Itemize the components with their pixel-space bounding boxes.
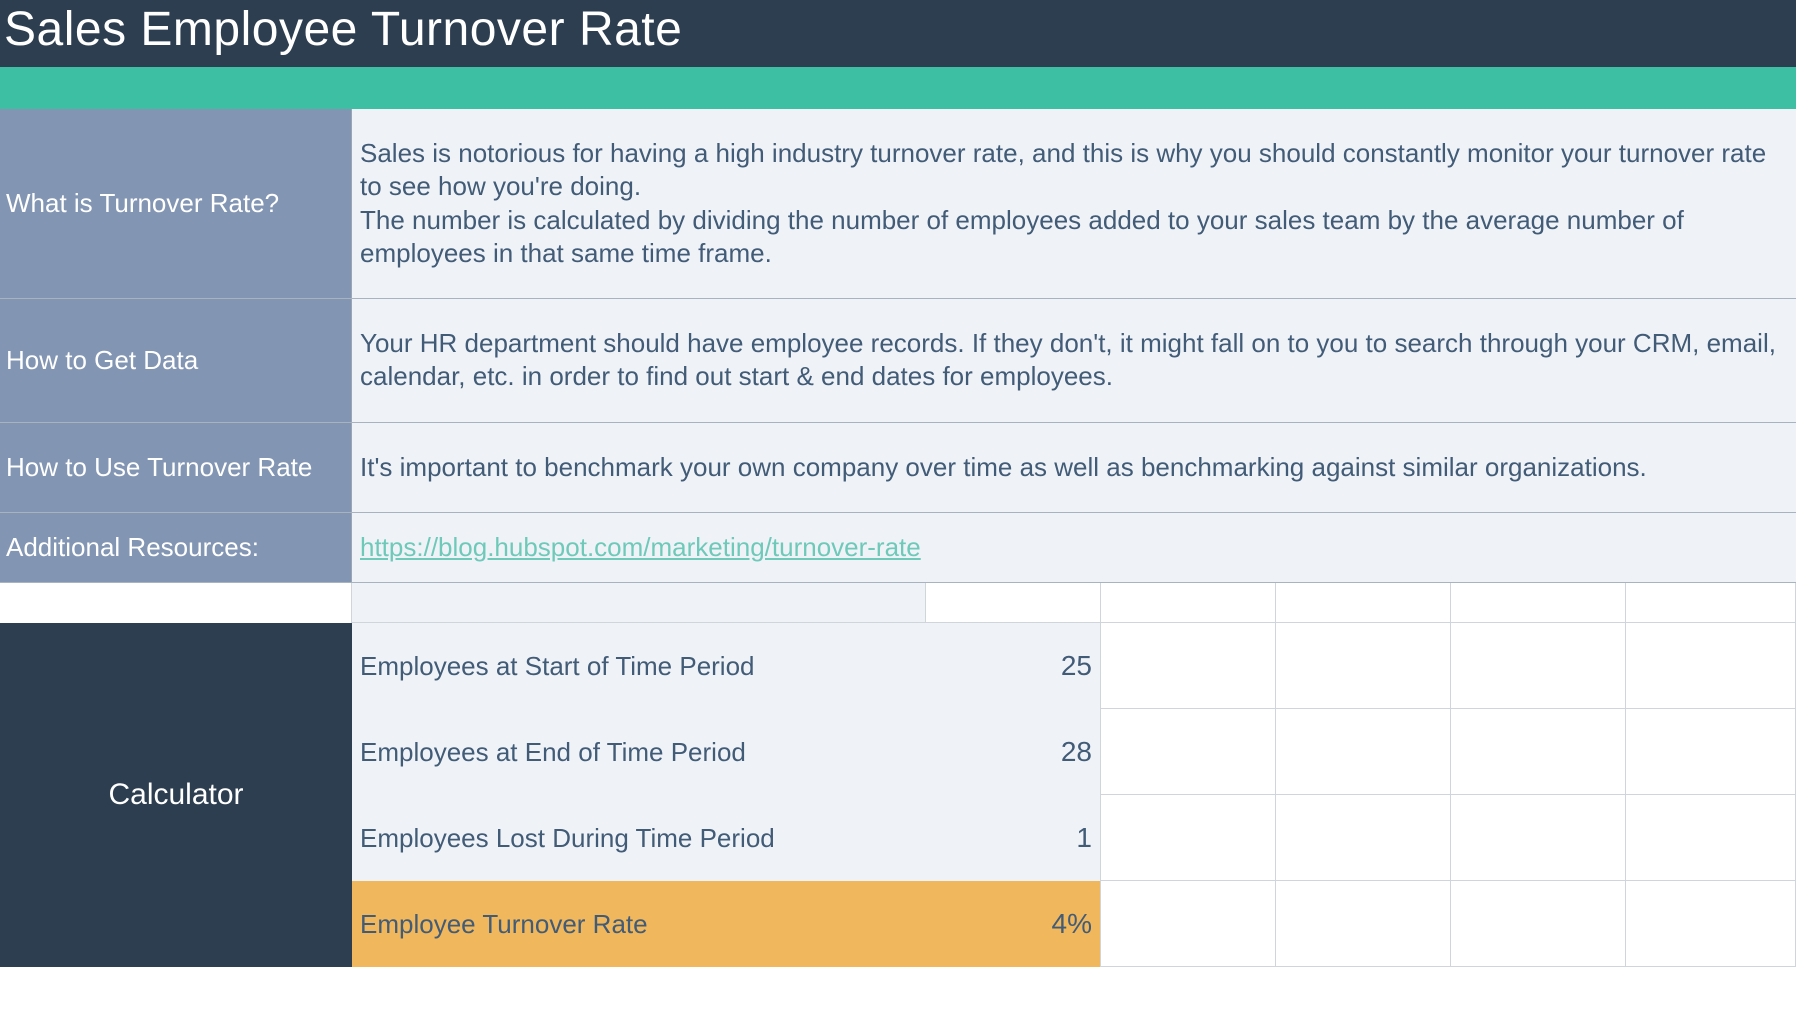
calc-header-spacer bbox=[0, 583, 1796, 623]
info-label: How to Use Turnover Rate bbox=[0, 423, 352, 512]
calc-row-label: Employees at End of Time Period bbox=[352, 709, 926, 795]
calc-row-start: Employees at Start of Time Period 25 bbox=[352, 623, 1796, 709]
calc-row-label: Employees Lost During Time Period bbox=[352, 795, 926, 881]
calc-row-value[interactable]: 25 bbox=[926, 623, 1101, 709]
resource-link[interactable]: https://blog.hubspot.com/marketing/turno… bbox=[360, 531, 1786, 564]
empty-cell bbox=[1626, 623, 1796, 709]
empty-cell bbox=[926, 583, 1101, 623]
empty-cell bbox=[1101, 881, 1276, 967]
calc-row-label: Employees at Start of Time Period bbox=[352, 623, 926, 709]
calc-row-lost: Employees Lost During Time Period 1 bbox=[352, 795, 1796, 881]
empty-cell bbox=[1626, 583, 1796, 623]
calc-result-label: Employee Turnover Rate bbox=[352, 881, 926, 967]
empty-cell bbox=[1101, 709, 1276, 795]
page: Sales Employee Turnover Rate What is Tur… bbox=[0, 0, 1796, 967]
empty-cell bbox=[1101, 623, 1276, 709]
calc-row-value[interactable]: 28 bbox=[926, 709, 1101, 795]
info-label: What is Turnover Rate? bbox=[0, 109, 352, 298]
empty-cell bbox=[1451, 623, 1626, 709]
divider-bar bbox=[0, 67, 1796, 109]
info-row-how-use: How to Use Turnover Rate It's important … bbox=[0, 423, 1796, 513]
page-title: Sales Employee Turnover Rate bbox=[0, 0, 1796, 67]
info-content: https://blog.hubspot.com/marketing/turno… bbox=[352, 513, 1796, 582]
empty-cell bbox=[1451, 583, 1626, 623]
calc-row-value[interactable]: 1 bbox=[926, 795, 1101, 881]
spacer-cell bbox=[0, 583, 352, 623]
empty-cell bbox=[1451, 709, 1626, 795]
empty-cell bbox=[1626, 881, 1796, 967]
info-row-what-is: What is Turnover Rate? Sales is notoriou… bbox=[0, 109, 1796, 299]
empty-cell bbox=[1276, 709, 1451, 795]
calc-row-end: Employees at End of Time Period 28 bbox=[352, 709, 1796, 795]
empty-cell bbox=[1276, 881, 1451, 967]
calculator-section: Calculator Employees at Start of Time Pe… bbox=[0, 623, 1796, 967]
info-row-resources: Additional Resources: https://blog.hubsp… bbox=[0, 513, 1796, 583]
calc-result-value: 4% bbox=[926, 881, 1101, 967]
calc-row-result: Employee Turnover Rate 4% bbox=[352, 881, 1796, 967]
empty-cell bbox=[1276, 583, 1451, 623]
empty-cell bbox=[1101, 795, 1276, 881]
info-label: How to Get Data bbox=[0, 299, 352, 422]
empty-cell bbox=[1101, 583, 1276, 623]
empty-cell bbox=[1451, 795, 1626, 881]
spacer-cell bbox=[352, 583, 926, 623]
info-content: It's important to benchmark your own com… bbox=[352, 423, 1796, 512]
empty-cell bbox=[1276, 795, 1451, 881]
empty-cell bbox=[1276, 623, 1451, 709]
calculator-label: Calculator bbox=[0, 623, 352, 967]
info-label: Additional Resources: bbox=[0, 513, 352, 582]
empty-cell bbox=[1626, 709, 1796, 795]
info-content: Your HR department should have employee … bbox=[352, 299, 1796, 422]
info-row-get-data: How to Get Data Your HR department shoul… bbox=[0, 299, 1796, 423]
info-content: Sales is notorious for having a high ind… bbox=[352, 109, 1796, 298]
empty-cell bbox=[1626, 795, 1796, 881]
calculator-body: Employees at Start of Time Period 25 Emp… bbox=[352, 623, 1796, 967]
empty-cell bbox=[1451, 881, 1626, 967]
